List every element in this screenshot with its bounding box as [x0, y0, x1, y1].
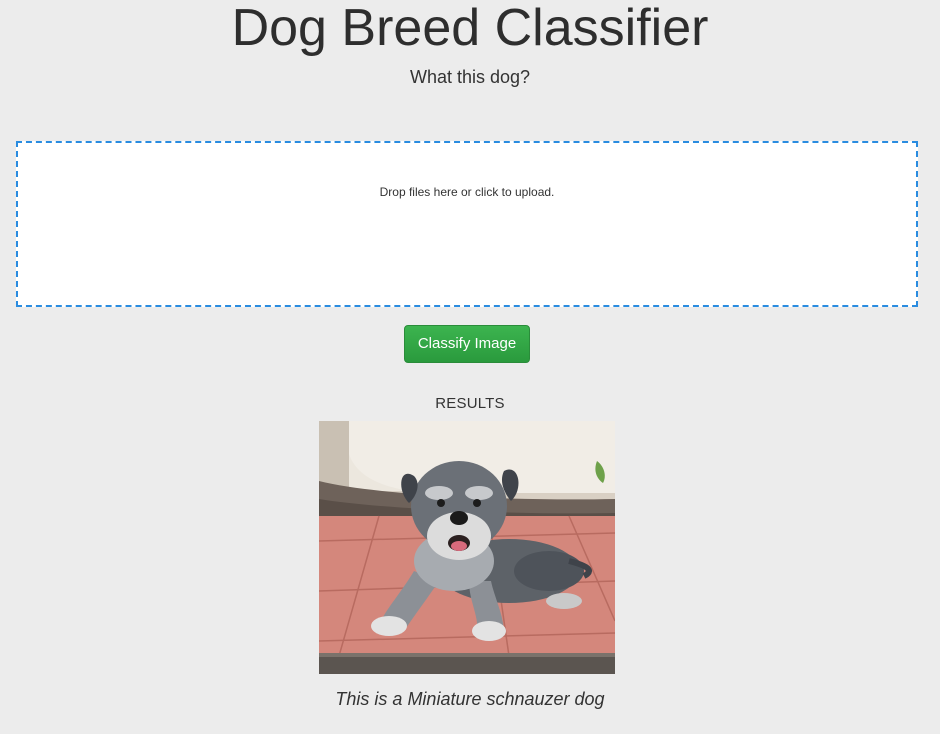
- results-heading: RESULTS: [435, 395, 505, 412]
- page-subtitle: What this dog?: [409, 67, 531, 87]
- dropzone-message: Drop files here or click to upload.: [379, 185, 555, 199]
- upload-dropzone[interactable]: Drop files here or click to upload.: [16, 141, 918, 307]
- result-caption: This is a Miniature schnauzer dog: [335, 689, 605, 709]
- page: Dog Breed Classifier What this dog? Drop…: [0, 0, 940, 734]
- classify-image-button[interactable]: Classify Image: [404, 325, 530, 363]
- result-dog-photo: [319, 421, 615, 674]
- page-title: Dog Breed Classifier: [231, 0, 709, 57]
